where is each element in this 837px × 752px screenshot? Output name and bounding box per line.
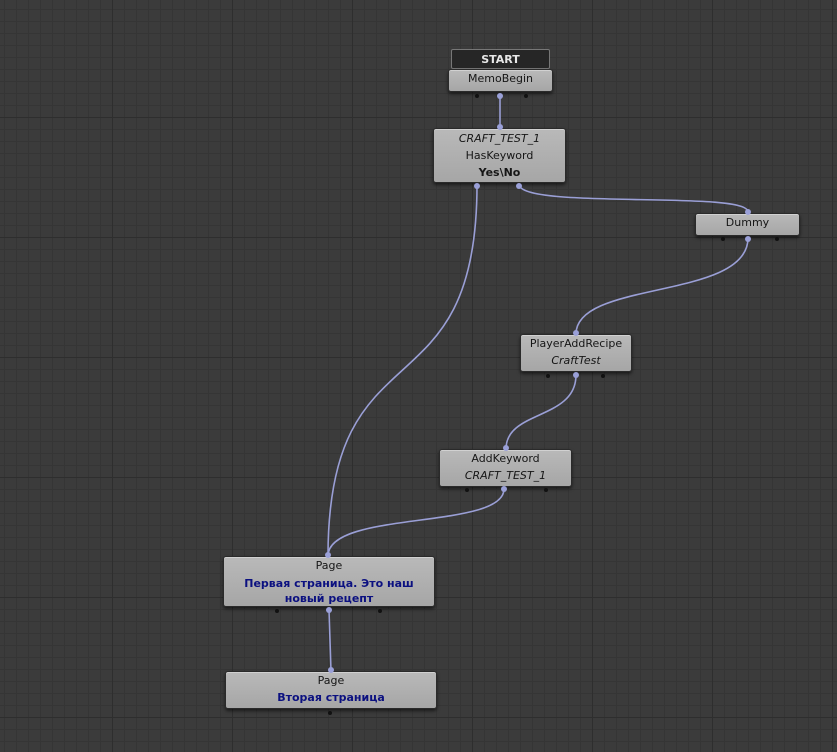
page2-title: Page (317, 674, 345, 687)
playeraddrecipe-param: CraftTest (551, 354, 601, 367)
dummy-pin[interactable] (721, 237, 725, 241)
page-node-1[interactable]: Page Первая страница. Это наш новый реце… (223, 556, 435, 607)
addkeyword-pin[interactable] (544, 488, 548, 492)
memobegin-title: MemoBegin (467, 72, 534, 85)
addkeyword-title: AddKeyword (471, 452, 540, 465)
wire-haskeyword-dummy (518, 183, 749, 213)
memobegin-pin[interactable] (524, 94, 528, 98)
dummy-output-port[interactable] (745, 236, 751, 242)
page-node-2[interactable]: Page Вторая страница (225, 671, 437, 709)
haskeyword-input-port[interactable] (497, 124, 503, 130)
haskeyword-param: CRAFT_TEST_1 (458, 132, 541, 145)
playeraddrecipe-pin[interactable] (601, 374, 605, 378)
page2-input-port[interactable] (328, 667, 334, 673)
haskeyword-title: HasKeyword (465, 149, 534, 162)
wire-playeraddrecipe-addkeyword (505, 374, 577, 450)
page2-pin[interactable] (328, 711, 332, 715)
page1-pin[interactable] (275, 609, 279, 613)
addkeyword-param: CRAFT_TEST_1 (464, 469, 547, 482)
dummy-node[interactable]: Dummy (695, 213, 800, 236)
wire-addkeyword-page1 (327, 488, 505, 557)
dummy-pin[interactable] (775, 237, 779, 241)
page2-text: Вторая страница (277, 691, 385, 704)
wire-page1-page2 (328, 609, 332, 672)
page1-pin[interactable] (378, 609, 382, 613)
page1-input-port[interactable] (325, 552, 331, 558)
memobegin-pin[interactable] (475, 94, 479, 98)
addkeyword-output-port[interactable] (501, 486, 507, 492)
page1-title: Page (315, 559, 343, 572)
connection-wires (327, 96, 749, 672)
addkeyword-node[interactable]: AddKeyword CRAFT_TEST_1 (439, 449, 572, 487)
wire-haskeyword-page1 (327, 184, 478, 557)
page1-text: Первая страница. Это наш новый рецепт (244, 577, 414, 605)
addkeyword-pin[interactable] (465, 488, 469, 492)
haskeyword-result: Yes\No (478, 166, 521, 179)
haskeyword-no-port[interactable] (516, 183, 522, 189)
wire-dummy-playeraddrecipe (575, 237, 749, 335)
addkeyword-input-port[interactable] (503, 445, 509, 451)
playeraddrecipe-title: PlayerAddRecipe (529, 337, 623, 350)
dummy-title: Dummy (725, 216, 770, 229)
haskeyword-node[interactable]: CRAFT_TEST_1 HasKeyword Yes\No (433, 128, 566, 183)
playeraddrecipe-output-port[interactable] (573, 372, 579, 378)
playeraddrecipe-pin[interactable] (546, 374, 550, 378)
playeraddrecipe-node[interactable]: PlayerAddRecipe CraftTest (520, 334, 632, 372)
start-label: START (451, 49, 550, 69)
playeraddrecipe-input-port[interactable] (573, 330, 579, 336)
page1-output-port[interactable] (326, 607, 332, 613)
haskeyword-yes-port[interactable] (474, 183, 480, 189)
memobegin-node[interactable]: MemoBegin (448, 69, 553, 92)
memobegin-output-port[interactable] (497, 93, 503, 99)
dummy-input-port[interactable] (745, 209, 751, 215)
